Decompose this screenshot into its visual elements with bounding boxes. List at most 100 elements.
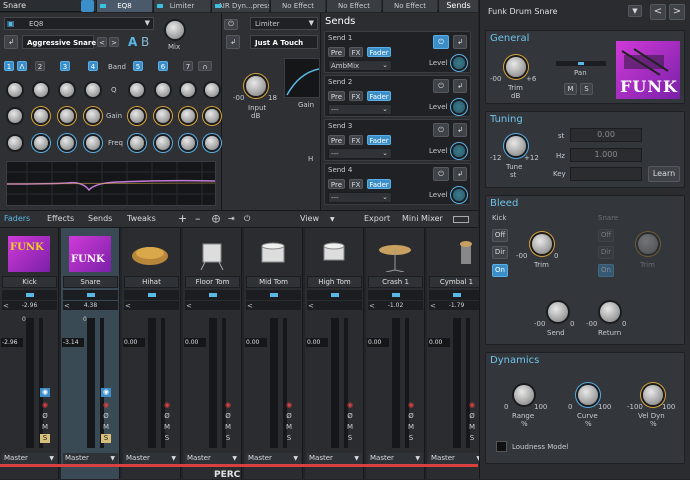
limiter-power-icon[interactable]: ⏻ — [224, 19, 238, 30]
insert-power-button[interactable] — [81, 0, 94, 12]
limiter-plugin-selector[interactable]: Limiter ▼ — [250, 17, 318, 30]
mute-button[interactable]: M — [223, 423, 233, 432]
channel-pan-slider[interactable] — [2, 290, 57, 300]
send-fader-button[interactable]: Fader — [367, 179, 391, 189]
channel-output-select[interactable]: Master ▼ — [246, 453, 301, 464]
mini-mixer-toggle-icon[interactable] — [453, 216, 469, 223]
send-fx-button[interactable]: FX — [349, 135, 363, 145]
input-knob[interactable] — [246, 76, 266, 96]
q-knob-7[interactable] — [181, 83, 195, 97]
limiter-preset-field[interactable]: Just A Touch — [250, 35, 318, 49]
mixer-channel[interactable]: Mid Tom < 0.00 ◉ Ø M S Master ▼ — [244, 228, 303, 479]
record-arm-icon[interactable]: ◉ — [223, 401, 233, 410]
phase-invert-icon[interactable]: Ø — [223, 412, 233, 421]
send-fader-button[interactable]: Fader — [367, 91, 391, 101]
send-destination-select[interactable]: --- ⌄ — [328, 148, 392, 159]
send-power-icon[interactable]: ⏻ — [433, 123, 449, 137]
slot-empty-6[interactable]: No Effect — [382, 0, 437, 12]
freq-knob-8[interactable] — [205, 136, 219, 150]
solo-button[interactable]: S — [345, 434, 355, 443]
tab-faders[interactable]: Faders — [4, 214, 30, 223]
send-power-icon[interactable]: ⏻ — [433, 167, 449, 181]
phase-invert-icon[interactable]: Ø — [284, 412, 294, 421]
channel-pan-slider[interactable] — [63, 290, 118, 300]
phase-invert-icon[interactable]: Ø — [101, 412, 111, 421]
send-destination-select[interactable]: --- ⌄ — [328, 104, 392, 115]
solo-button[interactable]: S — [40, 434, 50, 443]
tab-sends[interactable]: Sends — [88, 214, 112, 223]
band-5-button[interactable]: 5 — [133, 61, 143, 71]
gain-knob-8[interactable] — [205, 109, 219, 123]
send-fader-button[interactable]: Fader — [367, 47, 391, 57]
q-knob-5[interactable] — [130, 83, 144, 97]
solo-button[interactable]: S — [580, 83, 593, 95]
send-pre-button[interactable]: Pre — [328, 91, 345, 101]
send-destination-select[interactable]: --- ⌄ — [328, 192, 392, 203]
bleed-return-knob[interactable] — [600, 302, 620, 322]
power-icon[interactable]: ⏻ — [244, 214, 250, 224]
pan-slider[interactable] — [556, 61, 606, 66]
freq-knob-2[interactable] — [34, 136, 48, 150]
range-knob[interactable] — [514, 385, 534, 405]
band-7-button[interactable]: 7 — [183, 61, 193, 71]
st-input[interactable]: 0.00 — [570, 128, 642, 142]
send-power-icon[interactable]: ⏻ — [433, 35, 449, 49]
channel-volume-fader[interactable] — [392, 318, 400, 448]
send-destination-select[interactable]: AmbMix ⌄ — [328, 60, 392, 71]
add-icon[interactable]: + — [178, 212, 187, 225]
kit-next-button[interactable]: > — [669, 4, 685, 20]
send-pre-button[interactable]: Pre — [328, 135, 345, 145]
hz-input[interactable]: 1.000 — [570, 148, 642, 162]
band-3-button[interactable]: 3 — [60, 61, 70, 71]
snare-bleed-dir[interactable]: Dir — [598, 246, 614, 259]
tune-knob[interactable] — [506, 136, 526, 156]
mixer-channel[interactable]: FUNK Kick -2.96 < 0 -2.96 ◉ ◉ Ø M S Mast… — [0, 228, 59, 479]
slot-limiter[interactable]: Limiter — [153, 0, 210, 12]
mute-button[interactable]: M — [162, 423, 172, 432]
gain-knob-1[interactable] — [8, 109, 22, 123]
channel-pan-slider[interactable] — [246, 290, 301, 300]
send-fx-button[interactable]: FX — [349, 47, 363, 57]
q-knob-8[interactable] — [205, 83, 219, 97]
send-pre-button[interactable]: Pre — [328, 179, 345, 189]
gain-knob-7[interactable] — [181, 109, 195, 123]
mute-button[interactable]: M — [40, 423, 50, 432]
mixer-channel[interactable]: Crash 1 -1.02 < 0.00 ◉ Ø M S Master ▼ — [366, 228, 425, 479]
channel-output-select[interactable]: Master ▼ — [368, 453, 423, 464]
freq-knob-5[interactable] — [130, 136, 144, 150]
kick-bleed-off[interactable]: Off — [492, 229, 508, 242]
channel-volume-fader[interactable] — [87, 318, 95, 448]
gain-knob-5[interactable] — [130, 109, 144, 123]
freq-knob-7[interactable] — [181, 136, 195, 150]
snare-bleed-on[interactable]: On — [598, 264, 614, 277]
mute-button[interactable]: M — [564, 83, 577, 95]
eq-plugin-selector[interactable]: ▣ EQ8 ▼ — [4, 17, 154, 30]
curve-knob[interactable] — [578, 385, 598, 405]
import-icon[interactable]: ⇥ — [228, 214, 235, 223]
slot-empty-5[interactable]: No Effect — [326, 0, 381, 12]
phase-invert-icon[interactable]: Ø — [162, 412, 172, 421]
freq-knob-4[interactable] — [86, 136, 100, 150]
q-knob-4[interactable] — [86, 83, 100, 97]
send-fx-button[interactable]: FX — [349, 91, 363, 101]
preset-prev-button[interactable]: < — [97, 37, 107, 47]
send-pre-button[interactable]: Pre — [328, 47, 345, 57]
ab-a-toggle[interactable]: A — [128, 35, 137, 49]
channel-volume-fader[interactable] — [26, 318, 34, 448]
mini-mixer-button[interactable]: Mini Mixer — [402, 214, 443, 223]
record-arm-icon[interactable]: ◉ — [101, 401, 111, 410]
eq-curve-display[interactable] — [6, 161, 216, 206]
q-knob-3[interactable] — [60, 83, 74, 97]
phase-invert-icon[interactable]: Ø — [467, 412, 477, 421]
band-4-button[interactable]: 4 — [88, 61, 98, 71]
snare-bleed-off[interactable]: Off — [598, 229, 614, 242]
record-arm-icon[interactable]: ◉ — [345, 401, 355, 410]
preset-next-button[interactable]: > — [109, 37, 119, 47]
freq-knob-1[interactable] — [8, 136, 22, 150]
band-2-button[interactable]: 2 — [35, 61, 45, 71]
channel-volume-fader[interactable] — [148, 318, 156, 448]
send-enter-icon[interactable]: ↲ — [453, 123, 467, 137]
gain-knob-3[interactable] — [60, 109, 74, 123]
solo-button[interactable]: S — [162, 434, 172, 443]
solo-button[interactable]: S — [223, 434, 233, 443]
